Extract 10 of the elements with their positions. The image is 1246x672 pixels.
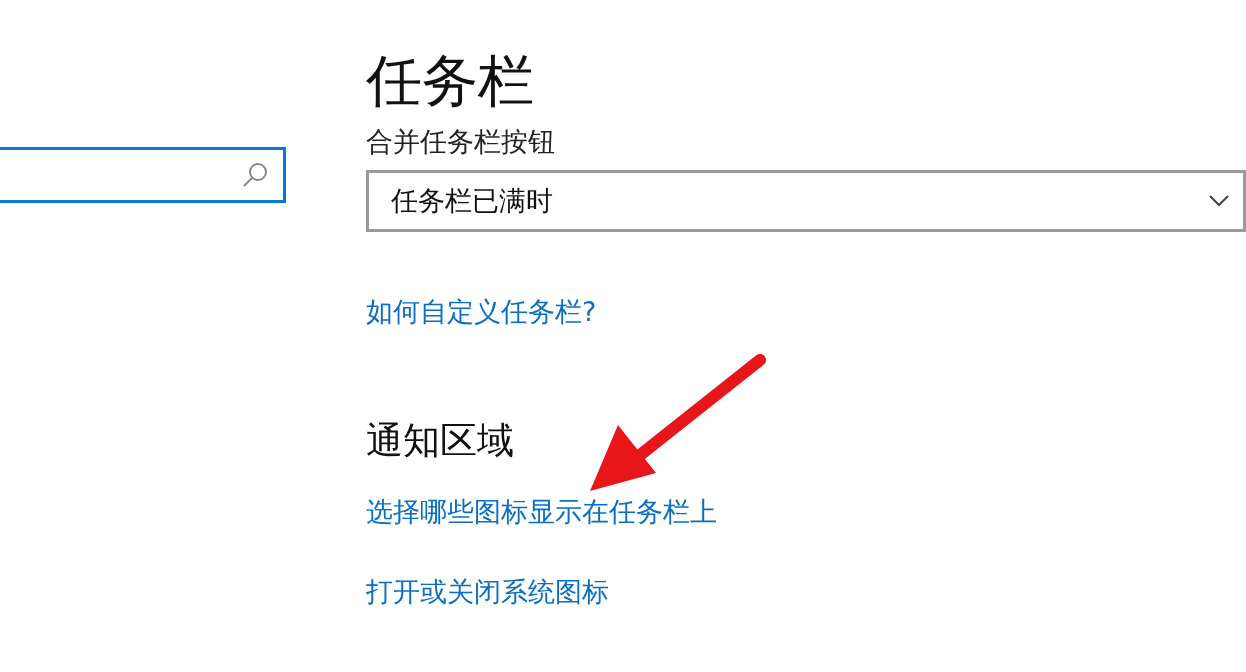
dropdown[interactable]: 任务栏已满时 — [366, 170, 1246, 232]
settings-link[interactable]: 选择哪些图标显示在任务栏上 — [366, 494, 717, 530]
help-link[interactable]: 如何自定义任务栏? — [366, 294, 597, 330]
settings-link[interactable]: 打开或关闭系统图标 — [366, 574, 609, 610]
search-icon — [241, 161, 269, 189]
page-title: 任务栏 — [366, 48, 535, 114]
search-field[interactable] — [0, 147, 286, 203]
chevron-icon — [1209, 195, 1229, 207]
section-heading: 通知区域 — [366, 418, 515, 464]
field-label: 合并任务栏按钮 — [366, 125, 556, 159]
